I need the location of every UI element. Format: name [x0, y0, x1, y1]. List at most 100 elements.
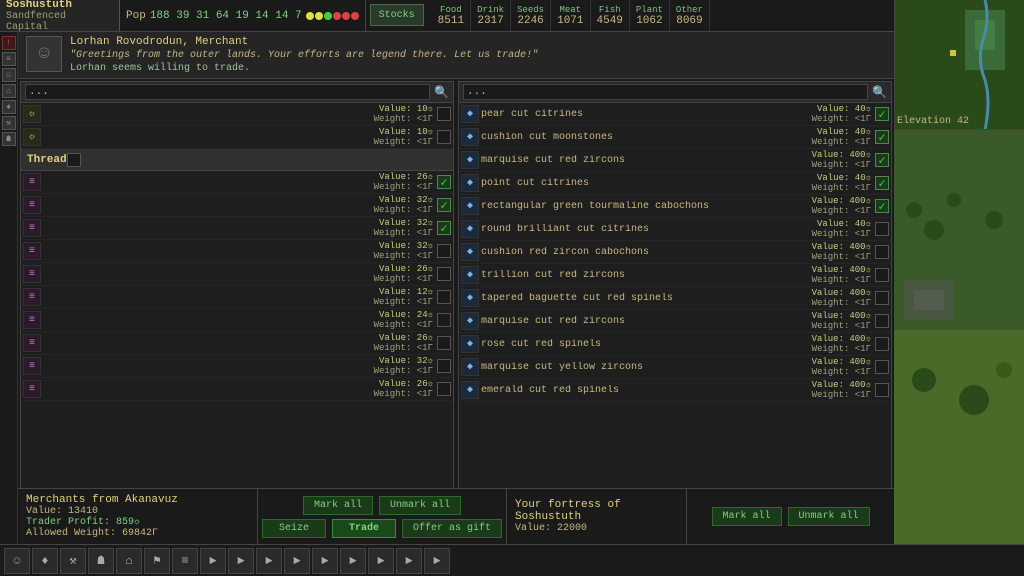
- item-value: Value: 40☼: [817, 104, 871, 114]
- item-value: Value: 10☼: [379, 127, 433, 137]
- item-weight: Weight: <1Γ: [812, 298, 871, 308]
- left-search-icon[interactable]: 🔍: [434, 85, 449, 100]
- item-checkbox[interactable]: [875, 337, 889, 351]
- item-checkbox[interactable]: ✓: [875, 176, 889, 190]
- item-checkbox[interactable]: [437, 313, 451, 327]
- item-checkbox[interactable]: [437, 382, 451, 396]
- taskbar-btn-dwarf[interactable]: ☺: [4, 548, 30, 574]
- taskbar-btn-gem[interactable]: ♦: [32, 548, 58, 574]
- item-checkbox[interactable]: [437, 359, 451, 373]
- item-checkbox[interactable]: [437, 130, 451, 144]
- taskbar-btn-craft[interactable]: ⚒: [60, 548, 86, 574]
- left-search-input[interactable]: [25, 84, 430, 100]
- right-buttons: Mark all Unmark all: [687, 489, 894, 544]
- taskbar-btn-arrow3[interactable]: ►: [256, 548, 282, 574]
- right-item-row[interactable]: ◆ emerald cut red spinels Value: 400☼ We…: [459, 379, 891, 402]
- sidebar-icon-3[interactable]: ⌂: [2, 84, 16, 98]
- sidebar-icon-4[interactable]: ♦: [2, 100, 16, 114]
- right-item-row[interactable]: ◆ round brilliant cut citrines Value: 40…: [459, 218, 891, 241]
- left-mark-all-button[interactable]: Mark all: [303, 496, 373, 515]
- taskbar-btn-arrow1[interactable]: ►: [200, 548, 226, 574]
- item-name: round brilliant cut citrines: [481, 224, 812, 235]
- sidebar-icon-6[interactable]: ☗: [2, 132, 16, 146]
- taskbar-btn-chess[interactable]: ☗: [88, 548, 114, 574]
- item-checkbox[interactable]: [437, 290, 451, 304]
- item-checkbox[interactable]: ✓: [437, 198, 451, 212]
- item-checkbox[interactable]: [875, 268, 889, 282]
- right-search-icon[interactable]: 🔍: [872, 85, 887, 100]
- taskbar-btn-house[interactable]: ⌂: [116, 548, 142, 574]
- item-checkbox[interactable]: ✓: [437, 221, 451, 235]
- stocks-button[interactable]: Stocks: [370, 4, 424, 26]
- item-checkbox[interactable]: [875, 245, 889, 259]
- offer-gift-button[interactable]: Offer as gift: [402, 519, 502, 538]
- item-checkbox[interactable]: [875, 314, 889, 328]
- left-item-row[interactable]: ≡ Value: 24☼ Weight: <1Γ: [21, 309, 453, 332]
- left-item-row[interactable]: ☼ Value: 10☼ Weight: <1Γ: [21, 103, 453, 126]
- right-item-row[interactable]: ◆ marquise cut yellow zircons Value: 400…: [459, 356, 891, 379]
- item-checkbox[interactable]: [875, 222, 889, 236]
- item-value-weight: Value: 10☼ Weight: <1Γ: [374, 127, 433, 147]
- left-item-row[interactable]: ≡ Value: 12☼ Weight: <1Γ: [21, 286, 453, 309]
- item-checkbox[interactable]: ✓: [875, 199, 889, 213]
- item-weight: Weight: <1Γ: [374, 228, 433, 238]
- left-item-row[interactable]: ☼ Value: 10☼ Weight: <1Γ: [21, 126, 453, 149]
- item-checkbox[interactable]: [437, 267, 451, 281]
- taskbar-btn-arrow9[interactable]: ►: [424, 548, 450, 574]
- right-item-row[interactable]: ◆ pear cut citrines Value: 40☼ Weight: <…: [459, 103, 891, 126]
- left-item-row[interactable]: ≡ Value: 32☼ Weight: <1Γ ✓: [21, 217, 453, 240]
- item-checkbox[interactable]: [437, 336, 451, 350]
- left-item-row[interactable]: ≡ Value: 32☼ Weight: <1Γ: [21, 240, 453, 263]
- item-checkbox[interactable]: [875, 360, 889, 374]
- right-item-row[interactable]: ◆ tapered baguette cut red spinels Value…: [459, 287, 891, 310]
- right-item-row[interactable]: ◆ marquise cut red zircons Value: 400☼ W…: [459, 310, 891, 333]
- taskbar-btn-flag[interactable]: ⚑: [144, 548, 170, 574]
- left-item-row[interactable]: ≡ Value: 26☼ Weight: <1Γ ✓: [21, 171, 453, 194]
- left-item-row[interactable]: ≡ Value: 32☼ Weight: <1Γ ✓: [21, 194, 453, 217]
- seize-button[interactable]: Seize: [262, 519, 326, 538]
- right-item-row[interactable]: ◆ rectangular green tourmaline cabochons…: [459, 195, 891, 218]
- right-item-row[interactable]: ◆ point cut citrines Value: 40☼ Weight: …: [459, 172, 891, 195]
- item-name: cushion red zircon cabochons: [481, 247, 812, 258]
- right-mark-all-button[interactable]: Mark all: [712, 507, 782, 526]
- item-checkbox[interactable]: [875, 383, 889, 397]
- taskbar-btn-arrow4[interactable]: ►: [284, 548, 310, 574]
- sidebar-icon-5[interactable]: ⚒: [2, 116, 16, 130]
- taskbar-btn-arrow8[interactable]: ►: [396, 548, 422, 574]
- left-item-row[interactable]: ≡ Value: 26☼ Weight: <1Γ: [21, 378, 453, 401]
- item-checkbox[interactable]: ✓: [875, 130, 889, 144]
- trade-button[interactable]: Trade: [332, 519, 396, 538]
- right-unmark-all-button[interactable]: Unmark all: [788, 507, 870, 526]
- left-item-row[interactable]: Thread: [21, 149, 453, 171]
- right-item-row[interactable]: ◆ rose cut red spinels Value: 400☼ Weigh…: [459, 333, 891, 356]
- resources-bar: Food 8511 Drink 2317 Seeds 2246 Meat 107…: [428, 0, 914, 31]
- left-item-row[interactable]: ≡ Value: 32☼ Weight: <1Γ: [21, 355, 453, 378]
- taskbar-btn-arrow2[interactable]: ►: [228, 548, 254, 574]
- item-name: trillion cut red zircons: [481, 270, 812, 281]
- taskbar-btn-arrow7[interactable]: ►: [368, 548, 394, 574]
- sidebar-icon-alert[interactable]: !: [2, 36, 16, 50]
- sidebar-icon-2[interactable]: ☺: [2, 68, 16, 82]
- item-icon: ☼: [23, 105, 41, 123]
- taskbar-btn-menu[interactable]: ≡: [172, 548, 198, 574]
- left-unmark-all-button[interactable]: Unmark all: [379, 496, 461, 515]
- right-item-row[interactable]: ◆ cushion red zircon cabochons Value: 40…: [459, 241, 891, 264]
- right-item-row[interactable]: ◆ cushion cut moonstones Value: 40☼ Weig…: [459, 126, 891, 149]
- taskbar-btn-arrow6[interactable]: ►: [340, 548, 366, 574]
- sidebar-icon-1[interactable]: ≡: [2, 52, 16, 66]
- left-item-row[interactable]: ≡ Value: 26☼ Weight: <1Γ: [21, 263, 453, 286]
- right-item-row[interactable]: ◆ trillion cut red zircons Value: 400☼ W…: [459, 264, 891, 287]
- item-value-weight: Value: 32☼ Weight: <1Γ: [374, 356, 433, 376]
- item-checkbox[interactable]: ✓: [875, 153, 889, 167]
- right-search-input[interactable]: [463, 84, 868, 100]
- item-checkbox[interactable]: [437, 244, 451, 258]
- item-checkbox[interactable]: ✓: [875, 107, 889, 121]
- item-value: Value: 26☼: [379, 264, 433, 274]
- taskbar-btn-arrow5[interactable]: ►: [312, 548, 338, 574]
- item-checkbox[interactable]: [437, 107, 451, 121]
- item-checkbox[interactable]: [875, 291, 889, 305]
- left-item-row[interactable]: ≡ Value: 26☼ Weight: <1Γ: [21, 332, 453, 355]
- res-drink: Drink 2317: [471, 0, 511, 31]
- right-item-row[interactable]: ◆ marquise cut red zircons Value: 400☼ W…: [459, 149, 891, 172]
- item-checkbox[interactable]: ✓: [437, 175, 451, 189]
